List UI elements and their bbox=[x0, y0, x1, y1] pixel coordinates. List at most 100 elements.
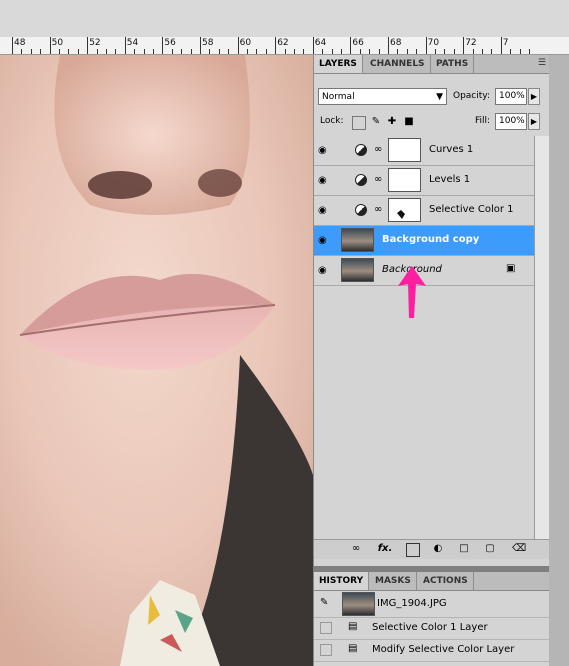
tab-actions[interactable]: ACTIONS bbox=[418, 572, 474, 590]
ruler-tick bbox=[12, 37, 13, 54]
ruler-minor-tick bbox=[341, 49, 342, 54]
ruler-minor-tick bbox=[228, 49, 230, 54]
trash-icon[interactable]: ⌫ bbox=[512, 543, 526, 555]
layer-background-copy[interactable]: ◉ Background copy bbox=[314, 226, 534, 256]
eye-icon[interactable]: ◉ bbox=[318, 265, 334, 276]
lock-icon: ▣ bbox=[506, 263, 516, 274]
layer-thumbnail bbox=[341, 258, 374, 282]
ruler-label: 60 bbox=[239, 38, 252, 48]
tab-paths[interactable]: PATHS bbox=[431, 55, 475, 73]
opacity-slider-button[interactable]: ▶ bbox=[528, 88, 540, 105]
layer-mask-thumbnail[interactable] bbox=[388, 168, 421, 192]
top-toolbar bbox=[0, 0, 569, 38]
ruler-label: 50 bbox=[51, 38, 64, 48]
horizontal-ruler: 48 50 52 54 56 58 60 62 64 66 68 70 72 7 bbox=[0, 37, 569, 55]
move-icon[interactable]: ✚ bbox=[386, 116, 398, 128]
adjustment-icon bbox=[355, 204, 367, 216]
eye-icon[interactable]: ◉ bbox=[318, 145, 334, 156]
ruler-label: 7 bbox=[502, 38, 509, 48]
layers-scrollbar[interactable] bbox=[534, 136, 550, 539]
ruler-tick bbox=[500, 37, 502, 54]
photo-canvas[interactable] bbox=[0, 55, 313, 666]
ruler-minor-tick bbox=[77, 49, 79, 54]
tab-masks[interactable]: MASKS bbox=[370, 572, 417, 590]
tab-channels[interactable]: CHANNELS bbox=[365, 55, 431, 73]
ruler-tick bbox=[463, 37, 465, 54]
chevron-down-icon: ▼ bbox=[436, 92, 443, 102]
tab-history[interactable]: HISTORY bbox=[314, 572, 370, 590]
pencil-icon[interactable]: ✎ bbox=[370, 116, 382, 128]
ruler-minor-tick bbox=[510, 49, 512, 54]
link-layers-icon[interactable]: ∞ bbox=[350, 543, 362, 555]
ruler-tick bbox=[200, 37, 201, 54]
history-step-icon: ▤ bbox=[348, 621, 358, 632]
lock-icon[interactable]: ■ bbox=[403, 116, 415, 128]
ruler-minor-tick bbox=[322, 49, 324, 54]
layer-levels-1[interactable]: ◉ ∞ Levels 1 bbox=[314, 166, 534, 196]
ruler-minor-tick bbox=[284, 49, 286, 54]
eye-icon[interactable]: ◉ bbox=[318, 235, 334, 246]
fill-slider-button[interactable]: ▶ bbox=[528, 113, 540, 130]
fx-button[interactable]: fx. bbox=[376, 543, 394, 555]
history-item[interactable]: ▤ Selective Color 1 Layer bbox=[314, 618, 550, 640]
annotation-arrow bbox=[398, 266, 426, 318]
layer-selective-color-1[interactable]: ◉ ∞ Selective Color 1 bbox=[314, 196, 534, 226]
layer-curves-1[interactable]: ◉ ∞ Curves 1 bbox=[314, 136, 534, 166]
layer-name: Selective Color 1 bbox=[429, 204, 514, 215]
tab-layers[interactable]: LAYERS bbox=[314, 55, 363, 73]
ruler-minor-tick bbox=[247, 49, 248, 54]
ruler-label: 52 bbox=[89, 38, 101, 48]
history-item[interactable]: ▤ Modify Selective Color Layer bbox=[314, 640, 550, 662]
ruler-minor-tick bbox=[134, 49, 136, 54]
layers-panel-tabs: LAYERS CHANNELS PATHS ☰ bbox=[314, 55, 550, 74]
ruler-minor-tick bbox=[453, 49, 455, 54]
layer-mask-thumbnail[interactable] bbox=[388, 198, 421, 222]
history-item-label: Selective Color 1 Layer bbox=[372, 622, 488, 633]
ruler-minor-tick bbox=[21, 49, 23, 54]
new-layer-icon[interactable]: ▢ bbox=[484, 543, 496, 555]
ruler-minor-tick bbox=[435, 49, 436, 54]
ruler-minor-tick bbox=[40, 49, 42, 54]
ruler-tick bbox=[124, 37, 126, 54]
eye-icon[interactable]: ◉ bbox=[318, 175, 334, 186]
ruler-minor-tick bbox=[265, 49, 267, 54]
opacity-label: Opacity: bbox=[453, 91, 490, 101]
history-snapshot[interactable]: ✎ IMG_1904.JPG bbox=[314, 591, 550, 618]
panel-menu-icon[interactable]: ☰ bbox=[538, 58, 546, 68]
ruler-minor-tick bbox=[209, 49, 211, 54]
history-brush-slot[interactable] bbox=[320, 622, 332, 634]
ruler-minor-tick bbox=[519, 49, 521, 54]
layer-name: Curves 1 bbox=[429, 144, 474, 155]
ruler-minor-tick bbox=[153, 49, 154, 54]
ruler-minor-tick bbox=[444, 49, 446, 54]
link-icon: ∞ bbox=[374, 144, 383, 155]
history-brush-slot[interactable] bbox=[320, 644, 332, 656]
ruler-minor-tick bbox=[171, 49, 173, 54]
adjustment-icon bbox=[355, 174, 367, 186]
add-mask-icon[interactable] bbox=[406, 543, 420, 557]
ruler-minor-tick bbox=[218, 49, 220, 54]
ruler-tick bbox=[87, 37, 89, 54]
ruler-label: 66 bbox=[352, 38, 364, 48]
link-icon: ∞ bbox=[374, 174, 383, 185]
fill-input[interactable]: 100% bbox=[495, 113, 527, 130]
ruler-minor-tick bbox=[406, 49, 408, 54]
ruler-label: 62 bbox=[277, 38, 289, 48]
folder-icon[interactable]: □ bbox=[458, 543, 470, 555]
opacity-input[interactable]: 100% bbox=[495, 88, 527, 105]
eye-icon[interactable]: ◉ bbox=[318, 205, 334, 216]
blend-mode-select[interactable]: Normal ▼ bbox=[318, 88, 447, 105]
ruler-tick bbox=[350, 37, 352, 54]
link-icon: ∞ bbox=[374, 204, 383, 215]
history-panel-tabs: HISTORY MASKS ACTIONS bbox=[314, 572, 550, 591]
ruler-minor-tick bbox=[397, 49, 399, 54]
ruler-label: 70 bbox=[427, 38, 440, 48]
layer-mask-thumbnail[interactable] bbox=[388, 138, 421, 162]
lock-label: Lock: bbox=[320, 116, 344, 126]
ruler-minor-tick bbox=[106, 49, 107, 54]
ruler-minor-tick bbox=[294, 49, 295, 54]
ruler-tick bbox=[425, 37, 427, 54]
layer-name: Background copy bbox=[382, 234, 480, 245]
adjustment-icon[interactable]: ◐ bbox=[432, 543, 444, 555]
lock-transparent-icon[interactable] bbox=[352, 116, 366, 130]
